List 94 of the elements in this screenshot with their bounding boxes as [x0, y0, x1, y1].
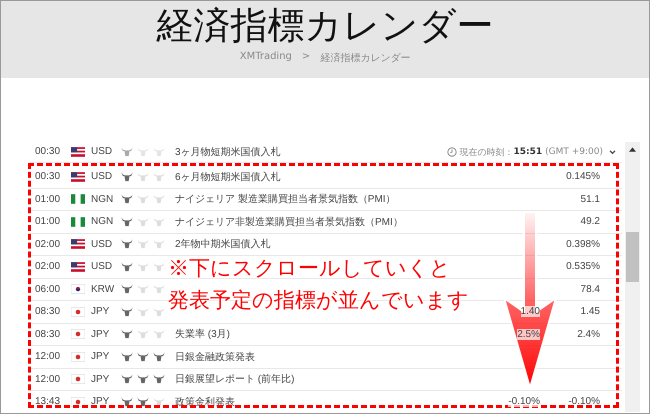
annotation-text: ※下にスクロールしていくと — [168, 256, 451, 282]
bull-icon — [137, 172, 149, 182]
bull-icon — [121, 284, 133, 294]
clock-label: 現在の時刻 : — [460, 146, 510, 158]
bull-icon — [153, 172, 165, 182]
bull-icon — [121, 352, 133, 362]
currency-code: KRW — [91, 284, 116, 295]
event-name: 日銀展望レポート (前年比) — [175, 374, 294, 386]
event-time: 01:00 — [34, 216, 62, 228]
bull-icon — [137, 352, 149, 362]
bull-icon — [153, 374, 165, 384]
bull-icon — [137, 216, 149, 227]
bull-icon — [121, 396, 133, 407]
bull-icon — [153, 352, 165, 362]
breadcrumb-text: 経済指標カレンダー — [320, 52, 410, 65]
bull-icon — [121, 172, 133, 182]
event-time: 06:00 — [34, 284, 62, 295]
bull-icon — [153, 396, 165, 407]
actual-value: 0.145% — [566, 171, 600, 182]
actual-value: 0.535% — [566, 261, 600, 272]
event-time: 00:30 — [34, 146, 62, 157]
bull-icon — [121, 262, 133, 272]
bull-icon — [153, 306, 165, 317]
bull-icon — [153, 146, 165, 156]
event-name: ナイジェリア 製造業購買担当者景気指数（PMI） — [175, 194, 396, 206]
event-name: 3ヶ月物短期米国債入札 — [175, 146, 282, 158]
bull-icon — [153, 239, 165, 250]
forecast-value: 2.5% — [517, 328, 540, 340]
forecast-value: 1.40 — [520, 306, 540, 318]
bull-icon — [137, 306, 149, 317]
bull-icon — [137, 396, 149, 407]
current-time: 15:51 — [513, 147, 542, 157]
bull-icon — [153, 329, 165, 340]
event-time: 01:00 — [34, 194, 62, 205]
event-time: 00:30 — [34, 171, 62, 182]
currency-code: NGN — [91, 194, 114, 205]
bull-icon — [121, 146, 133, 156]
bull-icon — [137, 374, 149, 384]
currency-code: JPY — [91, 374, 110, 385]
currency-code: JPY — [91, 306, 110, 318]
event-time: 02:00 — [34, 261, 62, 272]
bull-icon — [137, 194, 149, 204]
actual-value: 49.2 — [580, 216, 600, 228]
actual-value: 2.4% — [577, 328, 600, 340]
actual-value: 78.4 — [580, 284, 600, 295]
bull-icon — [153, 262, 165, 272]
bull-icon — [121, 329, 133, 340]
event-time: 08:30 — [34, 328, 62, 340]
currency-code: JPY — [91, 328, 110, 340]
actual-value: 0.398% — [566, 238, 600, 250]
event-time: 13:43 — [34, 396, 62, 408]
bull-icon — [153, 216, 165, 227]
actual-value: -0.10% — [568, 396, 600, 408]
annotation-text: 発表予定の指標が並んでいます — [168, 288, 469, 314]
chevron-down-icon[interactable] — [609, 150, 616, 154]
bull-icon — [137, 284, 149, 294]
currency-code: JPY — [91, 351, 110, 362]
scroll-up-icon[interactable] — [629, 147, 636, 152]
bull-icon — [121, 239, 133, 250]
bull-icon — [153, 194, 165, 204]
clock-icon — [446, 147, 457, 157]
breadcrumb-link[interactable]: XMTrading — [240, 51, 292, 65]
bull-icon — [137, 262, 149, 272]
event-name: 2年物中期米国債入札 — [175, 239, 271, 250]
bull-icon — [121, 306, 133, 317]
breadcrumb-separator: > — [302, 51, 310, 64]
page-title: 経済指標カレンダー — [156, 3, 494, 49]
currency-code: NGN — [91, 216, 114, 228]
forecast-value: -0.10% — [508, 396, 540, 408]
actual-value: 1.45 — [580, 306, 600, 318]
event-time: 08:30 — [34, 306, 62, 318]
currency-code: USD — [91, 238, 114, 250]
bull-icon — [137, 239, 149, 250]
actual-value: 51.1 — [580, 194, 600, 205]
bull-icon — [121, 216, 133, 227]
scrollbar-thumb[interactable] — [626, 232, 639, 282]
bull-icon — [137, 146, 149, 156]
bull-icon — [137, 329, 149, 340]
event-name: 日銀金融政策発表 — [175, 352, 255, 363]
currency-code: JPY — [91, 396, 110, 408]
event-time: 02:00 — [34, 238, 62, 250]
event-time: 12:00 — [34, 351, 62, 362]
event-name: ナイジェリア非製造業購買担当者景気指数（PMI） — [175, 216, 403, 228]
event-time: 12:00 — [34, 374, 62, 385]
bull-icon — [121, 194, 133, 204]
bull-icon — [153, 284, 165, 294]
currency-code: USD — [91, 146, 114, 157]
bull-icon — [121, 374, 133, 384]
currency-code: USD — [91, 171, 114, 182]
timezone-label: (GMT +9:00) — [545, 147, 603, 157]
currency-code: USD — [91, 261, 114, 272]
event-name: 失業率 (3月) — [175, 329, 230, 340]
scrollbar[interactable] — [625, 142, 640, 412]
event-name: 6ヶ月物短期米国債入札 — [175, 172, 281, 183]
